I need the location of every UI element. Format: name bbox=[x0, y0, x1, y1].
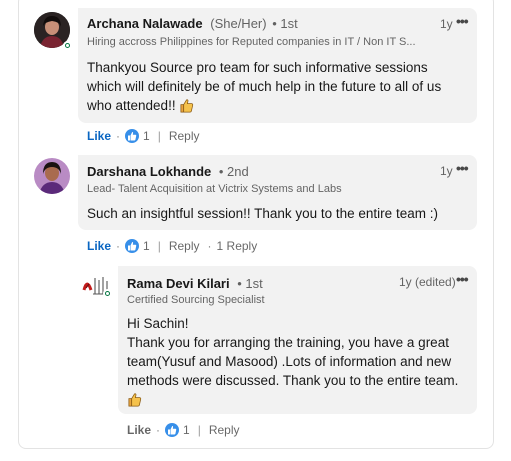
like-count[interactable]: 1 bbox=[143, 129, 150, 143]
connection-degree: • 1st bbox=[237, 276, 263, 291]
reply-button[interactable]: Reply bbox=[169, 129, 200, 143]
reply-text: Thank you for arranging the training, yo… bbox=[127, 335, 459, 388]
like-reaction-icon[interactable] bbox=[125, 129, 140, 143]
comment-actions: Like · 1 | Reply bbox=[87, 129, 200, 143]
author-name[interactable]: Archana Nalawade bbox=[87, 16, 203, 31]
reply-greeting: Hi Sachin! bbox=[127, 316, 189, 331]
connection-degree: • 1st bbox=[272, 16, 298, 31]
reply-actions: Like · 1 | Reply bbox=[127, 423, 240, 437]
like-button[interactable]: Like bbox=[127, 423, 151, 437]
author-line: Darshana Lokhande • 2nd bbox=[87, 164, 249, 179]
author-pronouns: (She/Her) bbox=[210, 16, 267, 31]
separator: · bbox=[116, 239, 121, 253]
author-headline: Hiring accross Philippines for Reputed c… bbox=[87, 36, 416, 48]
author-headline: Lead- Talent Acquisition at Victrix Syst… bbox=[87, 183, 342, 195]
like-reaction-icon[interactable] bbox=[165, 423, 180, 437]
comment-text: Thankyou Source pro team for such inform… bbox=[87, 60, 442, 113]
divider: | bbox=[157, 239, 161, 253]
online-status-icon bbox=[63, 41, 72, 50]
replies-count-link[interactable]: 1 Reply bbox=[217, 239, 258, 253]
comment-actions: Like · 1 | Reply · 1 Reply bbox=[87, 239, 257, 253]
author-headline: Certified Sourcing Specialist bbox=[127, 294, 265, 306]
like-button[interactable]: Like bbox=[87, 129, 111, 143]
more-options-icon[interactable]: ••• bbox=[456, 271, 469, 287]
comment-time: 1y bbox=[440, 164, 453, 178]
like-count[interactable]: 1 bbox=[143, 239, 150, 253]
comment-text-block: Thankyou Source pro team for such inform… bbox=[87, 58, 463, 118]
like-count[interactable]: 1 bbox=[183, 423, 190, 437]
like-button[interactable]: Like bbox=[87, 239, 111, 253]
thumbs-up-emoji-icon bbox=[179, 98, 194, 118]
more-options-icon[interactable]: ••• bbox=[456, 13, 469, 29]
separator: · bbox=[156, 423, 161, 437]
divider: | bbox=[197, 423, 201, 437]
comment-time: 1y bbox=[440, 17, 453, 31]
more-options-icon[interactable]: ••• bbox=[456, 160, 469, 176]
like-reaction-icon[interactable] bbox=[125, 239, 140, 253]
separator: · bbox=[207, 239, 212, 253]
thumbs-up-emoji-icon bbox=[127, 392, 142, 412]
author-line: Rama Devi Kilari • 1st bbox=[127, 276, 263, 291]
author-name[interactable]: Darshana Lokhande bbox=[87, 164, 211, 179]
divider: | bbox=[157, 129, 161, 143]
profile-photo-icon bbox=[34, 158, 70, 194]
author-line: Archana Nalawade (She/Her) • 1st bbox=[87, 16, 298, 31]
author-name[interactable]: Rama Devi Kilari bbox=[127, 276, 230, 291]
reply-button[interactable]: Reply bbox=[209, 423, 240, 437]
separator: · bbox=[116, 129, 121, 143]
comment-time: 1y (edited) bbox=[399, 275, 456, 289]
comment-text: Such an insightful session!! Thank you t… bbox=[87, 206, 438, 221]
reply-text-block: Hi Sachin! Thank you for arranging the t… bbox=[127, 314, 462, 412]
avatar[interactable] bbox=[34, 158, 70, 194]
connection-degree: • 2nd bbox=[218, 164, 249, 179]
reply-button[interactable]: Reply bbox=[169, 239, 200, 253]
online-status-icon bbox=[103, 289, 112, 298]
